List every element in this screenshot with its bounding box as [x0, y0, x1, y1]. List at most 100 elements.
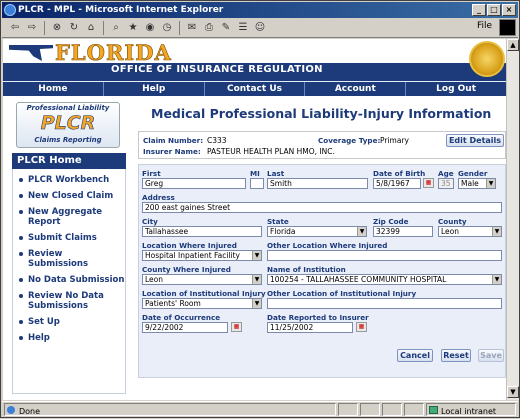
insurer-name-value: PASTEUR HEALTH PLAN HMO, INC. — [207, 147, 335, 156]
nav-log-out[interactable]: Log Out — [406, 82, 506, 96]
last-name-input[interactable]: Smith — [267, 178, 368, 189]
nav-contact-us[interactable]: Contact Us — [205, 82, 306, 96]
scroll-down-icon[interactable]: ▼ — [507, 386, 519, 398]
other-location-label: Other Location Where Injured — [267, 241, 388, 250]
county-injured-value: Leon — [145, 275, 164, 284]
gender-select[interactable]: Male ▼ — [458, 178, 496, 189]
institution-select[interactable]: 100254 - TALLAHASSEE COMMUNITY HOSPITAL ▼ — [267, 274, 502, 285]
history-icon[interactable]: ◷ — [160, 21, 174, 35]
mi-label: MI — [250, 169, 260, 178]
edit-details-button[interactable]: Edit Details — [446, 134, 504, 147]
refresh-icon[interactable]: ↻ — [67, 21, 81, 35]
vertical-scrollbar[interactable]: ▲ ▼ — [506, 39, 519, 400]
other-inst-location-input[interactable] — [267, 298, 502, 309]
county-injured-select[interactable]: Leon ▼ — [142, 274, 262, 285]
title-bar: PLCR - MPL - Microsoft Internet Explorer… — [2, 2, 518, 18]
print-icon[interactable]: ⎙ — [202, 21, 216, 35]
state-label: State — [267, 217, 289, 226]
sidebar-heading: PLCR Home — [12, 153, 126, 169]
occurrence-calendar-icon[interactable]: ▦ — [231, 322, 242, 332]
inst-location-select[interactable]: Patients' Room ▼ — [142, 298, 262, 309]
state-select[interactable]: Florida ▼ — [267, 226, 367, 237]
county-select[interactable]: Leon ▼ — [438, 226, 502, 237]
insurer-name-label: Insurer Name: — [143, 147, 201, 156]
browser-window: PLCR - MPL - Microsoft Internet Explorer… — [0, 0, 520, 418]
chevron-down-icon: ▼ — [492, 275, 501, 284]
chevron-down-icon: ▼ — [252, 251, 261, 260]
sidebar-item-review-submissions[interactable]: Review Submissions — [13, 249, 125, 269]
chevron-down-icon: ▼ — [252, 299, 261, 308]
windows-logo-icon — [499, 19, 516, 36]
address-input[interactable]: 200 east gaines Street — [142, 202, 502, 213]
chevron-down-icon: ▼ — [486, 179, 495, 188]
edit-icon[interactable]: ✎ — [219, 21, 233, 35]
other-location-input[interactable] — [267, 250, 502, 261]
mail-icon[interactable]: ✉ — [185, 21, 199, 35]
logo-line1: Professional Liability — [26, 104, 110, 112]
dob-label: Date of Birth — [373, 169, 426, 178]
window-title: PLCR - MPL - Microsoft Internet Explorer — [18, 5, 224, 15]
close-button[interactable]: × — [502, 4, 516, 16]
sidebar-item-submit-claims[interactable]: Submit Claims — [13, 233, 125, 243]
office-title: OFFICE OF INSURANCE REGULATION — [111, 64, 323, 75]
page-title: Medical Professional Liability-Injury In… — [151, 106, 492, 121]
location-injured-select[interactable]: Hospital Inpatient Facility ▼ — [142, 250, 262, 261]
logo-line2: PLCR — [40, 112, 96, 135]
reset-button[interactable]: Reset — [441, 349, 471, 362]
sidebar-item-review-no-data[interactable]: Review No Data Submissions — [13, 291, 125, 311]
status-bar: Done Local intranet — [2, 401, 518, 417]
city-input[interactable]: Tallahassee — [142, 226, 262, 237]
toolbar-divider — [103, 21, 104, 35]
first-name-input[interactable]: Greg — [142, 178, 246, 189]
sidebar-item-help[interactable]: Help — [13, 333, 125, 343]
state-seal-icon — [469, 41, 505, 77]
toolbar-divider — [179, 21, 180, 35]
reported-calendar-icon[interactable]: ▦ — [356, 322, 367, 332]
media-icon[interactable]: ◉ — [143, 21, 157, 35]
sidebar-item-workbench[interactable]: PLCR Workbench — [13, 175, 125, 185]
reported-input[interactable]: 11/25/2002 — [267, 322, 353, 333]
discuss-icon[interactable]: ☰ — [236, 21, 250, 35]
stop-icon[interactable]: ⊗ — [50, 21, 64, 35]
toolbar-row: ⇦ ⇨ ⊗ ↻ ⌂ ⌕ ★ ◉ ◷ ✉ ⎙ ✎ ☰ ☺ File — [2, 18, 518, 38]
occurrence-label: Date of Occurrence — [142, 313, 221, 322]
sidebar-item-set-up[interactable]: Set Up — [13, 317, 125, 327]
main-content: Medical Professional Liability-Injury In… — [134, 96, 506, 400]
sidebar-item-no-data-submission[interactable]: No Data Submission — [13, 275, 125, 285]
forward-icon[interactable]: ⇨ — [25, 21, 39, 35]
scroll-up-icon[interactable]: ▲ — [507, 39, 519, 51]
search-icon[interactable]: ⌕ — [109, 21, 123, 35]
age-label: Age — [438, 169, 454, 178]
intranet-icon — [429, 406, 438, 414]
dob-calendar-icon[interactable]: ▦ — [423, 178, 434, 188]
nav-account[interactable]: Account — [305, 82, 407, 96]
zip-input[interactable]: 32399 — [373, 226, 433, 237]
city-label: City — [142, 217, 158, 226]
maximize-button[interactable]: □ — [487, 4, 501, 16]
sidebar-item-new-closed-claim[interactable]: New Closed Claim — [13, 191, 125, 201]
reported-label: Date Reported to Insurer — [267, 313, 369, 322]
nav-home[interactable]: Home — [3, 82, 104, 96]
home-icon[interactable]: ⌂ — [84, 21, 98, 35]
mi-input[interactable] — [250, 178, 264, 189]
dob-input[interactable]: 5/8/1967 — [373, 178, 421, 189]
favorites-icon[interactable]: ★ — [126, 21, 140, 35]
site-banner: FLORIDA OFFICE OF INSURANCE REGULATION — [3, 39, 506, 82]
status-cell — [382, 403, 402, 416]
sidebar-item-new-aggregate-report[interactable]: New Aggregate Report — [13, 207, 125, 227]
page-viewport: FLORIDA OFFICE OF INSURANCE REGULATION H… — [3, 39, 506, 400]
zip-label: Zip Code — [373, 217, 409, 226]
claim-info-box: Claim Number: C333 Coverage Type: Primar… — [138, 131, 506, 159]
back-icon[interactable]: ⇦ — [8, 21, 22, 35]
cancel-button[interactable]: Cancel — [397, 349, 433, 362]
menu-file[interactable]: File — [477, 21, 492, 31]
minimize-button[interactable]: _ — [472, 4, 486, 16]
institution-value: 100254 - TALLAHASSEE COMMUNITY HOSPITAL — [270, 275, 447, 284]
claim-number-label: Claim Number: — [143, 136, 204, 145]
nav-help[interactable]: Help — [104, 82, 205, 96]
save-button[interactable]: Save — [478, 349, 504, 362]
occurrence-input[interactable]: 9/22/2002 — [142, 322, 228, 333]
status-cell — [404, 403, 424, 416]
location-injured-value: Hospital Inpatient Facility — [145, 251, 240, 260]
messenger-icon[interactable]: ☺ — [253, 21, 267, 35]
